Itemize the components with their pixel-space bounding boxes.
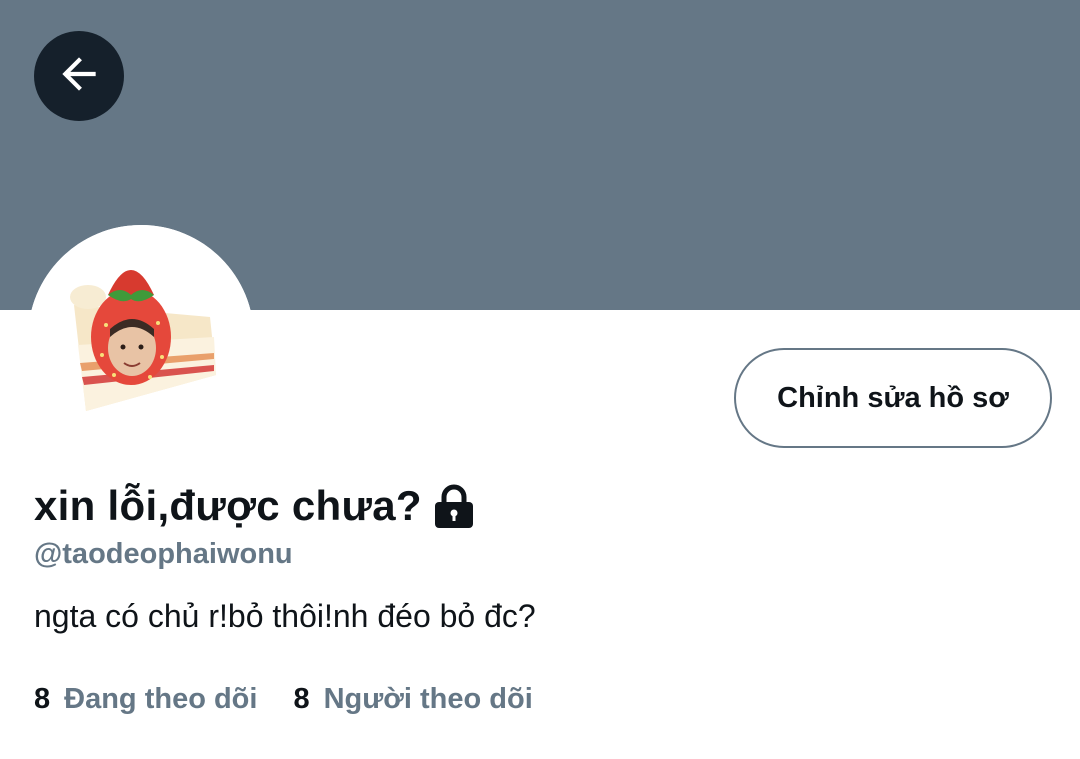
followers-link[interactable]: 8 Người theo dõi xyxy=(293,683,532,716)
display-name-row: xin lỗi,được chưa? xyxy=(34,482,476,530)
follow-stats: 8 Đang theo dõi 8 Người theo dõi xyxy=(34,683,533,716)
avatar-image xyxy=(28,225,254,451)
following-label: Đang theo dõi xyxy=(64,683,258,715)
back-button[interactable] xyxy=(34,31,124,121)
display-name: xin lỗi,được chưa? xyxy=(34,482,422,529)
followers-count: 8 xyxy=(293,683,310,715)
followers-label: Người theo dõi xyxy=(323,683,533,715)
profile-page: Chỉnh sửa hồ sơ xin lỗi,được chưa? @taod… xyxy=(0,0,1080,759)
following-link[interactable]: 8 Đang theo dõi xyxy=(34,683,257,716)
edit-profile-button[interactable]: Chỉnh sửa hồ sơ xyxy=(734,348,1052,448)
arrow-left-icon xyxy=(54,49,104,104)
following-count: 8 xyxy=(34,683,51,715)
lock-icon xyxy=(432,483,476,529)
profile-bio: ngta có chủ r!bỏ thôi!nh đéo bỏ đc? xyxy=(34,598,536,634)
profile-handle: @taodeophaiwonu xyxy=(34,538,293,570)
avatar[interactable] xyxy=(28,225,254,451)
